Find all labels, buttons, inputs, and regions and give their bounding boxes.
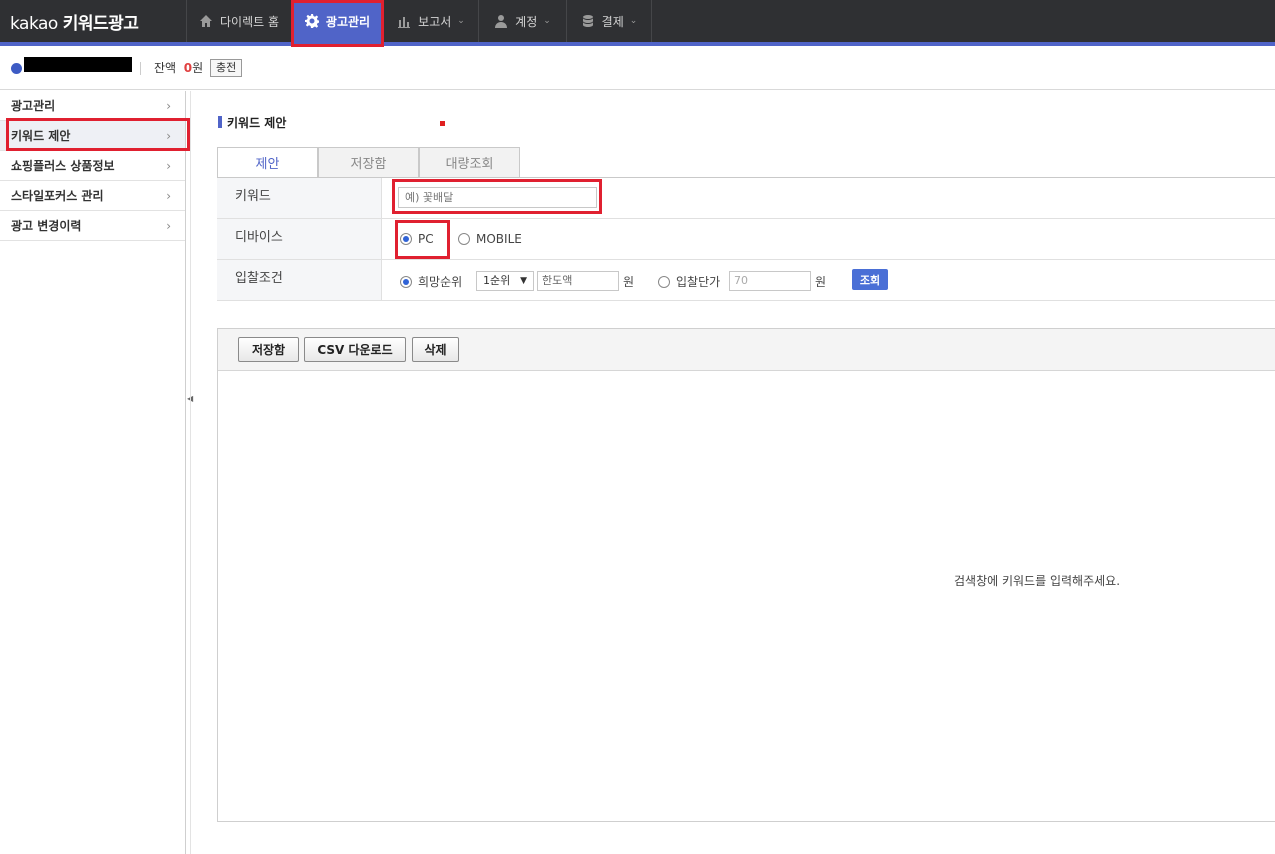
result-toolbar: 저장함 CSV 다운로드 삭제 <box>218 329 1275 371</box>
nav-label: 보고서 <box>418 14 452 29</box>
nav-label: 계정 <box>515 14 538 29</box>
radio-unchecked-icon <box>458 233 470 245</box>
user-icon <box>495 15 508 28</box>
gear-icon <box>304 14 319 28</box>
tab-suggest[interactable]: 제안 <box>217 147 318 178</box>
radio-unchecked-icon <box>658 275 670 288</box>
chevron-right-icon: › <box>166 218 171 233</box>
bid-price-input[interactable]: 70 <box>729 271 811 291</box>
nav-account[interactable]: 계정 ⌄ <box>478 0 566 42</box>
sidebar-item-change-history[interactable]: 광고 변경이력 › <box>0 211 185 241</box>
chevron-down-icon: ⌄ <box>629 16 638 26</box>
nav-payment[interactable]: 결제 ⌄ <box>566 0 652 42</box>
chevron-right-icon: › <box>166 98 171 113</box>
annotation-dot <box>440 121 445 126</box>
chevron-right-icon: › <box>166 158 171 173</box>
sidebar-item-keyword-suggest[interactable]: 키워드 제안 › <box>0 121 185 151</box>
logo[interactable]: kakao 키워드광고 <box>10 9 139 34</box>
divider <box>140 62 141 75</box>
device-label: 디바이스 <box>217 219 382 259</box>
keyword-input[interactable] <box>398 187 597 208</box>
limit-amount-input[interactable]: 한도액 <box>537 271 619 291</box>
csv-download-button[interactable]: CSV 다운로드 <box>304 337 406 362</box>
result-panel: 저장함 CSV 다운로드 삭제 검색창에 키워드를 입력해주세요. <box>217 328 1275 822</box>
nav-label: 결제 <box>601 14 624 29</box>
chevron-down-icon: ⌄ <box>457 16 465 26</box>
sidebar-item-style-focus[interactable]: 스타일포커스 관리 › <box>0 181 185 211</box>
chevron-down-icon: ⌄ <box>543 16 551 26</box>
form-row-bid: 입찰조건 희망순위 1순위 ▼ 한도액 원 입찰단가 70 원 <box>217 260 1275 301</box>
balance-text: 잔액 0원 <box>154 61 204 75</box>
account-icon <box>11 63 22 74</box>
radio-device-pc[interactable]: PC <box>400 232 434 246</box>
form-row-device: 디바이스 PC MOBILE <box>217 219 1275 260</box>
radio-checked-icon <box>400 233 412 245</box>
radio-device-mobile[interactable]: MOBILE <box>458 232 522 246</box>
tab-bulk-lookup[interactable]: 대량조회 <box>419 147 520 178</box>
balance-value: 0 <box>183 61 193 75</box>
sidebar-item-ad-management[interactable]: 광고관리 › <box>0 91 185 121</box>
top-navigation-bar: kakao 키워드광고 다이렉트 홈 광고관리 보고서 ⌄ 계정 ⌄ 결제 ⌄ <box>0 0 1275 42</box>
sidebar: 광고관리 › 키워드 제안 › 쇼핑플러스 상품정보 › 스타일포커스 관리 › 광고 … <box>0 91 186 854</box>
radio-checked-icon <box>400 275 412 288</box>
bid-label: 입찰조건 <box>217 260 382 300</box>
account-name-redacted <box>24 57 132 72</box>
home-icon <box>199 15 212 27</box>
charge-button[interactable]: 충전 <box>210 59 243 77</box>
nav-label: 광고관리 <box>325 14 371 29</box>
query-button[interactable]: 조회 <box>852 269 888 290</box>
chevron-right-icon: › <box>166 188 171 203</box>
nav-reports[interactable]: 보고서 ⌄ <box>383 0 478 42</box>
divider <box>190 91 191 854</box>
unit-label: 원 <box>623 275 635 289</box>
unit-label: 원 <box>815 275 827 289</box>
form-row-keyword: 키워드 <box>217 178 1275 219</box>
keyword-label: 키워드 <box>217 178 382 218</box>
delete-button[interactable]: 삭제 <box>412 337 459 362</box>
database-icon <box>582 15 593 27</box>
account-info-bar: 잔액 0원 충전 <box>0 46 1275 90</box>
save-to-box-button[interactable]: 저장함 <box>238 337 299 362</box>
bar-chart-icon <box>398 17 411 28</box>
radio-bid-price[interactable]: 입찰단가 <box>658 273 720 290</box>
rank-select[interactable]: 1순위 ▼ <box>476 271 534 291</box>
tab-saved[interactable]: 저장함 <box>318 147 419 178</box>
empty-state-message: 검색창에 키워드를 입력해주세요. <box>954 574 1121 588</box>
nav-ad-management[interactable]: 광고관리 <box>292 0 382 42</box>
page-title: 키워드 제안 <box>218 114 286 131</box>
dropdown-arrow-icon: ▼ <box>520 276 527 286</box>
radio-desired-rank[interactable]: 희망순위 <box>400 273 462 290</box>
sidebar-item-shopping-plus[interactable]: 쇼핑플러스 상품정보 › <box>0 151 185 181</box>
nav-label: 다이렉트 홈 <box>219 14 279 29</box>
chevron-right-icon: › <box>166 128 171 143</box>
nav-direct-home[interactable]: 다이렉트 홈 <box>186 0 291 42</box>
